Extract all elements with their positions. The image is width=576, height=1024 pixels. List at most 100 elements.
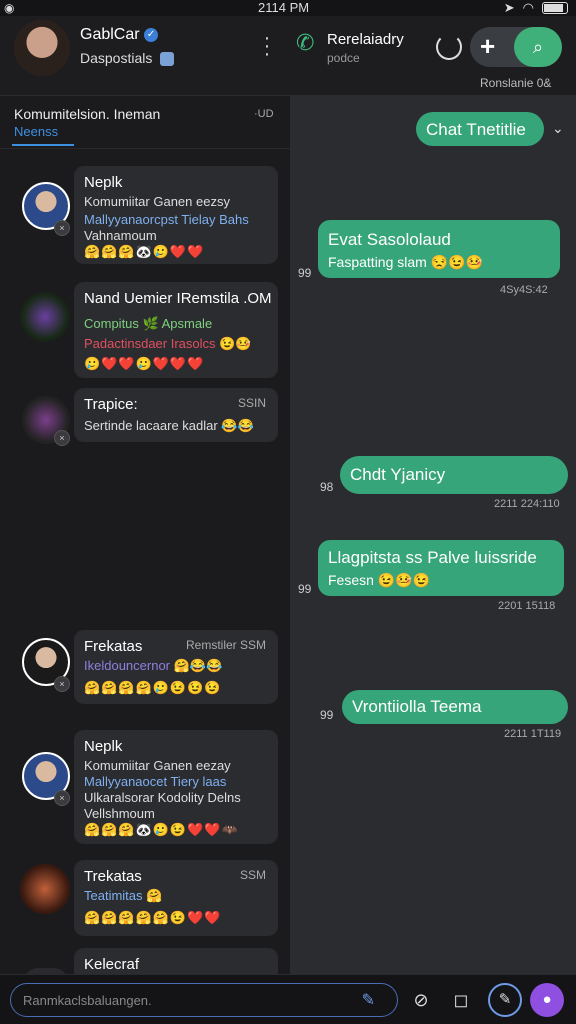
message-side-label: 99 xyxy=(320,708,334,722)
conversation-title: Trapice: xyxy=(84,396,138,413)
conversation-preview-line: Ulkaralsorar Kodolity Delns xyxy=(84,790,241,805)
conversation-emojis: 🤗🤗🤗🤗🤗😉❤️❤️ xyxy=(84,910,222,925)
conversation-preview-line: Sertinde lacaare kadlar 😂😂 xyxy=(84,418,254,433)
message-text: Evat Sasololaud xyxy=(328,230,451,249)
conversation-preview-line: Ikeldouncernor 🤗😂😂 xyxy=(84,658,223,673)
status-time: 2114 PM xyxy=(258,0,310,15)
message-input[interactable]: Ranmkaclsbaluangen. ✎ xyxy=(10,983,398,1017)
conversation-list-pane: Komumitelsion. Ineman Neenss ·UD × Neplk… xyxy=(0,96,290,982)
verified-icon: ✓ xyxy=(144,27,159,42)
contact-avatar[interactable] xyxy=(14,20,70,76)
message-subtext: Fesesn 😉🤒😉 xyxy=(328,572,431,588)
action-pill: + ⌕ xyxy=(470,27,562,67)
contact-name-row[interactable]: GablCar ✓ xyxy=(80,26,159,44)
list-tab-extra: ·UD xyxy=(254,108,274,120)
message-bubble[interactable]: Evat Sasololaud Faspatting slam 😒😉🤒 xyxy=(318,220,560,278)
conversation-preview-line: Komumiitar Ganen eezsy xyxy=(84,194,230,209)
wifi-icon: ◠ xyxy=(522,0,534,15)
message-text: Chdt Yjanicy xyxy=(350,465,446,484)
message-side-label: 98 xyxy=(320,480,334,494)
chevron-down-icon[interactable]: ⌄ xyxy=(552,120,564,137)
search-button[interactable]: ⌕ xyxy=(514,27,562,67)
message-bubble[interactable]: Llagpitsta ss Palve luissride Fesesn 😉🤒😉 xyxy=(318,540,564,596)
chat-title: Rerelaiadry xyxy=(327,31,404,48)
message-timestamp: 4Sy4S:42 xyxy=(500,284,548,296)
conversation-title: Frekatas xyxy=(84,638,143,655)
contact-subtitle: Daspostials xyxy=(80,50,153,66)
conversation-title: Neplk xyxy=(84,174,123,191)
location-icon: ➤ xyxy=(503,0,515,15)
conversation-title: Nand Uemier IRemstila .OM xyxy=(84,290,272,307)
divider xyxy=(0,148,290,149)
status-bar: ◉ 2114 PM ➤ ◠ xyxy=(0,0,576,16)
compose-icon[interactable]: ✎ xyxy=(488,983,522,1017)
conversation-item[interactable]: Frekatas Remstiler SSM Ikeldouncernor 🤗😂… xyxy=(74,630,278,704)
mute-icon: × xyxy=(54,430,70,446)
conversation-preview-line: Teatimitas 🤗 xyxy=(84,888,163,903)
message-input-placeholder: Ranmkaclsbaluangen. xyxy=(23,993,152,1008)
message-timestamp: 2201 15118 xyxy=(498,600,556,612)
phone-icon[interactable]: ✆ xyxy=(296,30,314,56)
conversation-title: Kelecraf xyxy=(84,956,140,973)
conversation-preview-line: Mallyyanaocet Tiery laas xyxy=(84,774,227,789)
conversation-time: SSIN xyxy=(237,396,266,410)
chat-subtitle: podce xyxy=(327,51,360,65)
app-status-icon: ◉ xyxy=(4,1,15,15)
more-options-icon[interactable]: · · · xyxy=(260,28,274,64)
message-bubble[interactable]: Vrontiiolla Teema xyxy=(342,690,568,724)
conversation-item[interactable]: Trapice: SSIN Sertinde lacaare kadlar 😂😂 xyxy=(74,388,278,442)
conversation-emojis: 🤗🤗🤗🐼🥲❤️❤️ xyxy=(84,244,205,259)
cube-icon xyxy=(160,52,175,67)
conversation-avatar[interactable] xyxy=(20,292,70,342)
message-timestamp: 2211 224:110 xyxy=(494,498,560,510)
conversation-time: Remstiler SSM xyxy=(185,638,266,652)
message-timestamp: 2211 1T119 xyxy=(504,728,562,740)
mute-icon: × xyxy=(54,790,70,806)
conversation-preview-line: Komumiitar Ganen eezay xyxy=(84,758,231,773)
resolve-label[interactable]: Ronslanie 0& xyxy=(480,76,551,90)
list-tab-title[interactable]: Komumitelsion. Ineman xyxy=(14,106,160,122)
chat-pane: Chat Tnetitlie ⌄ Evat Sasololaud Faspatt… xyxy=(290,96,576,974)
conversation-time: SSM xyxy=(239,868,266,882)
contact-name: GablCar xyxy=(80,26,140,43)
message-subtext: Faspatting slam 😒😉🤒 xyxy=(328,254,484,270)
conversation-item[interactable]: Nand Uemier IRemstila .OM Compitus 🌿 Aps… xyxy=(74,282,278,378)
conversation-title: Trekatas xyxy=(84,868,142,885)
message-text: Chat Tnetitlie xyxy=(426,120,526,139)
conversation-title: Neplk xyxy=(84,738,123,755)
contact-sub-row: Daspostials xyxy=(80,50,175,67)
conversation-preview-line: Vahnamoum xyxy=(84,228,157,243)
message-bubble[interactable]: Chat Tnetitlie xyxy=(416,112,544,146)
status-icons: ➤ ◠ xyxy=(504,0,568,16)
message-side-label: 99 xyxy=(298,582,312,596)
message-side-label: 99 xyxy=(298,266,312,280)
conversation-preview-line: Compitus 🌿 Apsmale xyxy=(84,316,213,331)
message-text: Vrontiiolla Teema xyxy=(352,697,482,716)
mute-icon: × xyxy=(54,676,70,692)
search-icon: ⌕ xyxy=(532,37,544,57)
mute-icon: × xyxy=(54,220,70,236)
conversation-emojis: 🥲❤️❤️🥲❤️❤️❤️ xyxy=(84,356,205,371)
camera-icon[interactable]: ◻ xyxy=(448,987,474,1013)
refresh-icon[interactable] xyxy=(436,34,462,60)
conversation-emojis: 🤗🤗🤗🤗🥲😉😉😉 xyxy=(84,680,222,695)
conversation-item[interactable]: Neplk Komumiitar Ganen eezay Mallyyanaoc… xyxy=(74,730,278,844)
conversation-preview-line: Mallyyanaorcpst Tielay Bahs xyxy=(84,212,249,227)
composer-bar: Ranmkaclsbaluangen. ✎ ⊘ ◻ ✎ ● xyxy=(0,974,576,1024)
mic-icon[interactable]: ● xyxy=(530,983,564,1017)
message-bubble[interactable]: Chdt Yjanicy xyxy=(340,456,568,494)
attach-icon[interactable]: ⊘ xyxy=(408,987,434,1013)
pen-icon[interactable]: ✎ xyxy=(362,990,375,1010)
conversation-preview-line: Vellshmoum xyxy=(84,806,155,821)
conversation-emojis: 🤗🤗🤗🐼🥲😉❤️❤️🦇 xyxy=(84,822,239,837)
battery-icon xyxy=(542,2,568,14)
conversation-item[interactable]: Neplk Komumiitar Ganen eezsy Mallyyanaor… xyxy=(74,166,278,264)
conversation-avatar[interactable] xyxy=(20,864,70,914)
app-header: GablCar ✓ Daspostials · · · ✆ Rerelaiadry … xyxy=(0,16,576,96)
list-tab-subtitle[interactable]: Neenss xyxy=(14,124,58,139)
message-text: Llagpitsta ss Palve luissride xyxy=(328,548,537,567)
conversation-item[interactable]: Trekatas SSM Teatimitas 🤗 🤗🤗🤗🤗🤗😉❤️❤️ xyxy=(74,860,278,936)
active-tab-indicator xyxy=(12,144,74,146)
add-icon[interactable]: + xyxy=(480,31,495,62)
conversation-preview-line: Padactinsdaer Irasolcs 😉🤒 xyxy=(84,336,252,351)
